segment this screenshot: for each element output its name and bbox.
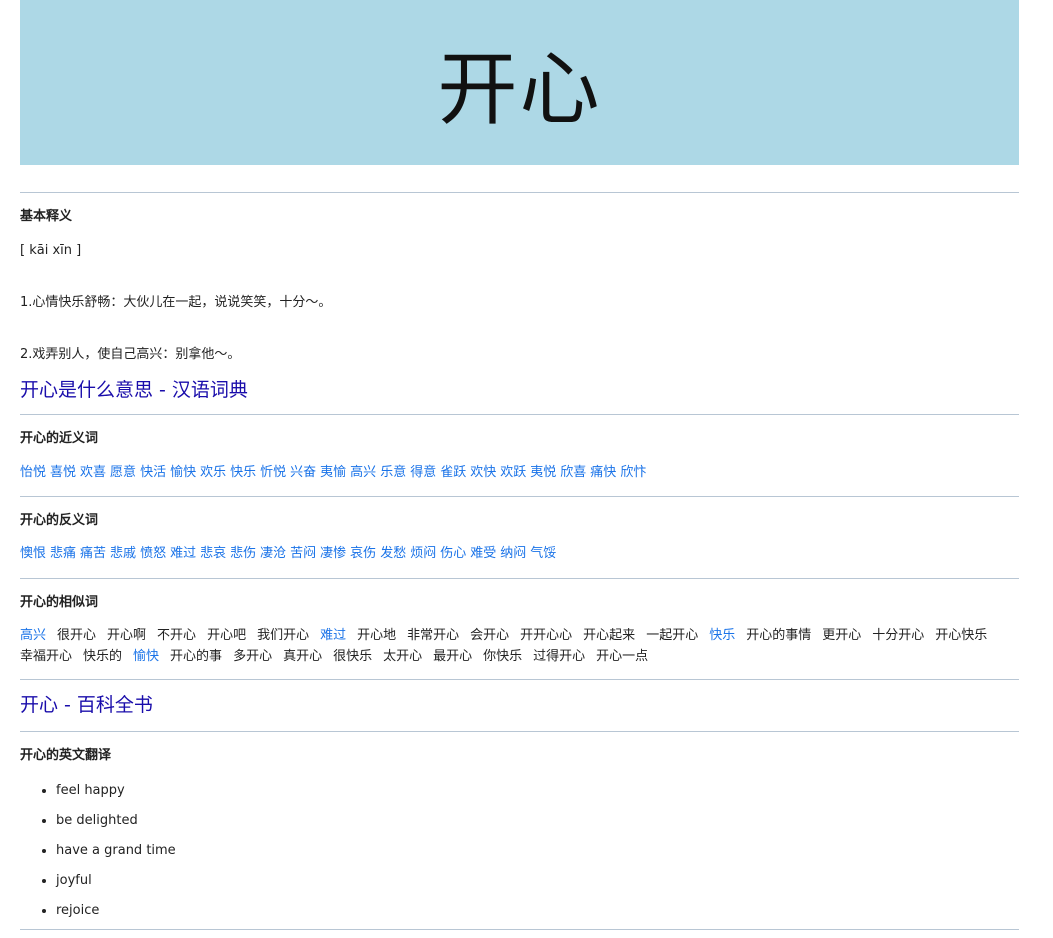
similar-word: 我们开心 <box>257 628 310 643</box>
divider <box>20 929 1019 930</box>
page-title: 开心 <box>437 42 602 136</box>
synonym-link[interactable]: 痛快 <box>590 465 616 480</box>
antonym-link[interactable]: 纳闷 <box>500 546 526 561</box>
similar-word: 真开心 <box>283 649 323 664</box>
synonym-link[interactable]: 快活 <box>140 465 166 480</box>
synonym-link[interactable]: 怡悦 <box>20 465 46 480</box>
translation-heading: 开心的英文翻译 <box>20 748 112 763</box>
synonym-link[interactable]: 得意 <box>410 465 436 480</box>
similar-word: 很开心 <box>57 628 97 643</box>
synonym-link[interactable]: 欣喜 <box>560 465 586 480</box>
antonym-link[interactable]: 凄惨 <box>320 546 346 561</box>
definition-1: 1.心情快乐舒畅：大伙儿在一起，说说笑笑，十分～。 <box>20 295 332 310</box>
antonym-link[interactable]: 苦闷 <box>290 546 316 561</box>
similar-word: 开心啊 <box>107 628 147 643</box>
translation-item: have a grand time <box>56 836 1019 866</box>
similar-word: 开心快乐 <box>935 628 988 643</box>
antonym-link[interactable]: 发愁 <box>380 546 406 561</box>
divider <box>20 731 1019 732</box>
similar-word: 快乐的 <box>83 649 123 664</box>
divider <box>20 496 1019 497</box>
similar-word: 会开心 <box>470 628 510 643</box>
basic-definition-heading: 基本释义 <box>20 209 73 224</box>
antonyms-heading: 开心的反义词 <box>20 513 99 528</box>
antonym-link[interactable]: 悲哀 <box>200 546 226 561</box>
translation-list: feel happybe delightedhave a grand timej… <box>20 776 1019 926</box>
similar-word: 开心地 <box>357 628 397 643</box>
antonyms-list: 懊恨 悲痛 痛苦 悲戚 愤怒 难过 悲哀 悲伤 凄沧 苦闷 凄惨 哀伤 发愁 烦闷 伤心 难受 纳闷 气馁 <box>20 544 1019 564</box>
synonym-link[interactable]: 喜悦 <box>50 465 76 480</box>
antonym-link[interactable]: 懊恨 <box>20 546 46 561</box>
divider <box>20 578 1019 579</box>
antonym-link[interactable]: 悲戚 <box>110 546 136 561</box>
similar-words-list: 高兴 很开心 开心啊 不开心 开心吧 我们开心 难过 开心地 非常开心 会开心 开开心心 开心起来 一起… <box>20 625 1019 667</box>
dictionary-link[interactable]: 开心是什么意思 - 汉语词典 <box>20 375 248 402</box>
antonym-link[interactable]: 气馁 <box>530 546 556 561</box>
translation-item: rejoice <box>56 896 1019 926</box>
synonyms-heading: 开心的近义词 <box>20 431 99 446</box>
synonym-link[interactable]: 欢跃 <box>500 465 526 480</box>
divider <box>20 192 1019 193</box>
similar-word: 很快乐 <box>333 649 373 664</box>
antonym-link[interactable]: 难受 <box>470 546 496 561</box>
synonyms-list: 怡悦 喜悦 欢喜 愿意 快活 愉快 欢乐 快乐 忻悦 兴奋 夷愉 高兴 乐意 得意 雀跃 欢快 欢跃 夷悦 欣喜 痛快… <box>20 463 1019 483</box>
synonym-link[interactable]: 愿意 <box>110 465 136 480</box>
synonym-link[interactable]: 快乐 <box>230 465 256 480</box>
similar-word: 多开心 <box>233 649 273 664</box>
similar-word: 你快乐 <box>483 649 523 664</box>
pinyin: [ kāi xīn ] <box>20 243 82 258</box>
synonym-link[interactable]: 愉快 <box>170 465 196 480</box>
synonym-link[interactable]: 欢乐 <box>200 465 226 480</box>
similar-word: 一起开心 <box>646 628 699 643</box>
similar-word: 开心一点 <box>596 649 649 664</box>
synonym-link[interactable]: 欢快 <box>470 465 496 480</box>
similar-word: 开心起来 <box>583 628 636 643</box>
translation-item: be delighted <box>56 806 1019 836</box>
antonym-link[interactable]: 悲痛 <box>50 546 76 561</box>
synonym-link[interactable]: 夷悦 <box>530 465 556 480</box>
similar-word: 太开心 <box>383 649 423 664</box>
similar-word: 开心吧 <box>207 628 247 643</box>
title-banner: 开心 <box>20 0 1019 165</box>
antonym-link[interactable]: 悲伤 <box>230 546 256 561</box>
similar-word[interactable]: 愉快 <box>133 649 159 664</box>
similar-word: 更开心 <box>822 628 862 643</box>
antonym-link[interactable]: 哀伤 <box>350 546 376 561</box>
similar-word: 开心的事 <box>170 649 223 664</box>
translation-item: joyful <box>56 866 1019 896</box>
antonym-link[interactable]: 愤怒 <box>140 546 166 561</box>
similar-word[interactable]: 难过 <box>320 628 346 643</box>
similar-word: 最开心 <box>433 649 473 664</box>
similar-word: 非常开心 <box>407 628 460 643</box>
antonym-link[interactable]: 凄沧 <box>260 546 286 561</box>
synonym-link[interactable]: 雀跃 <box>440 465 466 480</box>
similar-words-heading: 开心的相似词 <box>20 595 99 610</box>
similar-word: 过得开心 <box>533 649 586 664</box>
similar-word: 不开心 <box>157 628 197 643</box>
similar-word: 幸福开心 <box>20 649 73 664</box>
divider <box>20 414 1019 415</box>
antonym-link[interactable]: 伤心 <box>440 546 466 561</box>
synonym-link[interactable]: 夷愉 <box>320 465 346 480</box>
synonym-link[interactable]: 乐意 <box>380 465 406 480</box>
synonym-link[interactable]: 欢喜 <box>80 465 106 480</box>
synonym-link[interactable]: 兴奋 <box>290 465 316 480</box>
similar-word: 开开心心 <box>520 628 573 643</box>
antonym-link[interactable]: 痛苦 <box>80 546 106 561</box>
divider <box>20 679 1019 680</box>
synonym-link[interactable]: 欣忭 <box>620 465 646 480</box>
synonym-link[interactable]: 忻悦 <box>260 465 286 480</box>
similar-word: 开心的事情 <box>746 628 812 643</box>
antonym-link[interactable]: 烦闷 <box>410 546 436 561</box>
similar-word: 十分开心 <box>872 628 925 643</box>
translation-item: feel happy <box>56 776 1019 806</box>
encyclopedia-link[interactable]: 开心 - 百科全书 <box>20 690 153 717</box>
similar-word[interactable]: 高兴 <box>20 628 46 643</box>
synonym-link[interactable]: 高兴 <box>350 465 376 480</box>
antonym-link[interactable]: 难过 <box>170 546 196 561</box>
definition-2: 2.戏弄别人，使自己高兴：别拿他～。 <box>20 347 241 362</box>
similar-word[interactable]: 快乐 <box>709 628 735 643</box>
page-content: 开心 基本释义 [ kāi xīn ] 1.心情快乐舒畅：大伙儿在一起，说说笑笑… <box>20 0 1019 930</box>
